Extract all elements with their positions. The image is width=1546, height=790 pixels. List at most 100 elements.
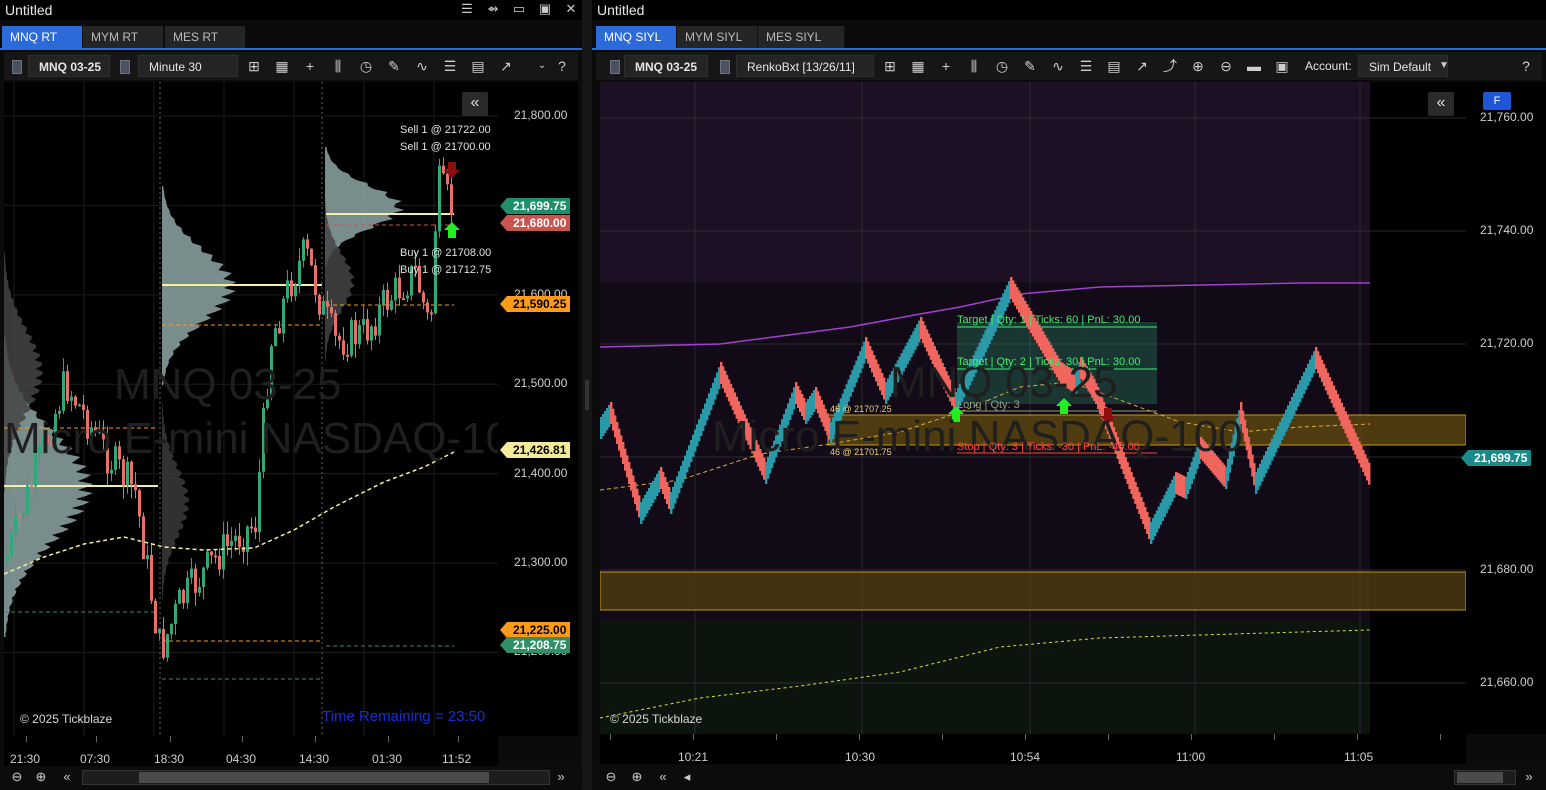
clock-icon[interactable]: ◷ (992, 56, 1012, 76)
price-label: 21,800.00 (514, 108, 568, 122)
menu-icon[interactable]: ☰ (460, 1, 474, 17)
candle-body (274, 328, 277, 347)
window-splitter[interactable] (582, 0, 592, 790)
zoom-in-icon[interactable]: ⊕ (32, 768, 50, 786)
time-tick (242, 736, 243, 742)
right-chart-canvas[interactable] (600, 82, 1466, 734)
candle-body (378, 304, 381, 336)
zoom-out-icon[interactable]: ⊖ (8, 768, 26, 786)
clock-icon[interactable]: ◷ (356, 56, 376, 76)
watermark-symbol: MNQ 03-25 (114, 360, 342, 409)
right-chart-plot[interactable]: MNQ 03-25 Micro E-mini NASDAQ-100 Target… (600, 82, 1466, 734)
scroll-left-icon[interactable]: ◂ (678, 768, 696, 786)
trendline-icon[interactable]: ↗ (496, 56, 516, 76)
f-button[interactable]: F (1483, 92, 1511, 110)
interval-selector[interactable]: Minute 30 (138, 55, 238, 77)
time-tick (1274, 734, 1275, 740)
target-order-2[interactable]: Target | Qty: 2 | Ticks: 30 | PnL: 30.00 (957, 356, 1140, 368)
list-icon[interactable]: ☰ (1076, 56, 1096, 76)
minimize-icon[interactable]: ▭ (512, 1, 526, 17)
left-price-axis[interactable]: 21,800.00 21,600.00 21,500.00 21,400.00 21,3… (498, 82, 578, 736)
dropdown-icon[interactable]: ▼ (1434, 56, 1454, 76)
stop-order[interactable]: Stop | Qty: 3 | Ticks: -30 | PnL: -45.00 (957, 441, 1140, 453)
template-icon[interactable]: ▤ (1104, 56, 1124, 76)
scroll-end-icon[interactable]: » (552, 768, 570, 786)
trendline-icon[interactable]: ↗ (1132, 56, 1152, 76)
list-icon[interactable]: ☰ (440, 56, 460, 76)
pin-icon[interactable]: ⇴ (486, 1, 500, 17)
color-swatch[interactable] (120, 60, 130, 74)
tab-mes-rt[interactable]: MES RT (165, 26, 246, 48)
candlestick-icon[interactable]: ⫼ (964, 56, 984, 76)
zoom-out-icon[interactable]: ⊖ (1216, 56, 1236, 76)
left-chart-plot[interactable]: MNQ 03-25 Micro E-mini NASDAQ-100 Sell 1… (4, 82, 498, 736)
left-time-axis[interactable]: 21:30 07:30 18:30 04:30 14:30 01:30 11:52 (4, 736, 498, 766)
folder-icon[interactable]: ▬ (1244, 56, 1264, 76)
tab-mym-siyl[interactable]: MYM SIYL (677, 26, 758, 48)
crosshair-icon[interactable]: ⊞ (880, 56, 900, 76)
candle-body (330, 307, 333, 314)
tab-mym-rt[interactable]: MYM RT (83, 26, 164, 48)
target-order-1[interactable]: Target | Qty: 1 | Ticks: 60 | PnL: 30.00 (957, 314, 1140, 326)
order-sell-2[interactable]: Sell 1 @ 21700.00 (400, 141, 491, 153)
indicator-icon[interactable]: ∿ (412, 56, 432, 76)
time-tick (1025, 734, 1026, 740)
right-time-axis[interactable]: 10:21 10:30 10:54 11:00 11:05 (600, 734, 1466, 764)
candle-body (278, 328, 281, 334)
close-icon[interactable]: ✕ (564, 1, 578, 17)
zoom-out-icon[interactable]: ⊖ (602, 768, 620, 786)
tab-mes-siyl[interactable]: MES SIYL (758, 26, 845, 48)
zoom-in-icon[interactable]: ⊕ (1188, 56, 1208, 76)
maximize-icon[interactable]: ▣ (538, 1, 552, 17)
right-price-axis[interactable]: F 21,760.00 21,740.00 21,720.00 21,680.00 21… (1460, 82, 1546, 734)
left-horizontal-scrollbar[interactable] (82, 770, 550, 785)
time-tick (1357, 734, 1358, 740)
pencil-icon[interactable]: ✎ (1020, 56, 1040, 76)
candlestick-icon[interactable]: ⫼ (328, 56, 348, 76)
scrollbar-thumb[interactable] (139, 772, 489, 783)
drawing-tool-icon[interactable]: ⤴ (1160, 56, 1180, 76)
zoom-in-icon[interactable]: ⊕ (628, 768, 646, 786)
help-icon[interactable]: ? (552, 56, 572, 76)
time-label: 14:30 (299, 752, 330, 766)
color-swatch[interactable] (12, 60, 22, 74)
order-sell-1[interactable]: Sell 1 @ 21722.00 (400, 124, 491, 136)
scrollbar-thumb[interactable] (1457, 772, 1503, 783)
collapse-panel-icon[interactable]: « (1428, 92, 1454, 116)
bar-type-icon[interactable]: ▦ (272, 56, 292, 76)
tab-mnq-siyl[interactable]: MNQ SIYL (596, 26, 677, 48)
instrument-selector[interactable]: MNQ 03-25 (28, 55, 110, 77)
right-horizontal-scrollbar[interactable] (1454, 770, 1516, 785)
bar-type-icon[interactable]: ▦ (908, 56, 928, 76)
candle-body (162, 628, 165, 658)
left-toolbar: MNQ 03-25 Minute 30 ⊞ ▦ + ⫼ ◷ ✎ ∿ ☰ ▤ ↗ … (4, 52, 578, 80)
color-swatch[interactable] (720, 60, 730, 74)
order-buy-2[interactable]: Buy 1 @ 21712.75 (400, 264, 491, 276)
interval-selector[interactable]: RenkoBxt [13/26/11] (736, 55, 874, 77)
save-icon[interactable]: ▣ (1272, 56, 1292, 76)
candle-body (78, 404, 81, 407)
scroll-end-icon[interactable]: » (1520, 768, 1538, 786)
dropdown-icon[interactable]: ⌄ (532, 56, 552, 76)
color-swatch[interactable] (610, 60, 620, 74)
add-icon[interactable]: + (936, 56, 956, 76)
scroll-start-icon[interactable]: « (654, 768, 672, 786)
crosshair-icon[interactable]: ⊞ (244, 56, 264, 76)
scroll-start-icon[interactable]: « (58, 768, 76, 786)
candle-body (314, 265, 317, 295)
template-icon[interactable]: ▤ (468, 56, 488, 76)
help-icon[interactable]: ? (1516, 56, 1536, 76)
add-icon[interactable]: + (300, 56, 320, 76)
indicator-icon[interactable]: ∿ (1048, 56, 1068, 76)
order-buy-1[interactable]: Buy 1 @ 21708.00 (400, 247, 491, 259)
candle-body (230, 540, 233, 546)
long-position[interactable]: Long | Qty: 3 (957, 399, 1020, 411)
price-tag: 21,699.75 (1460, 450, 1532, 467)
instrument-selector[interactable]: MNQ 03-25 (624, 55, 708, 77)
pencil-icon[interactable]: ✎ (384, 56, 404, 76)
candle-body (426, 302, 429, 313)
price-tag: 21,680.00 (499, 215, 571, 232)
collapse-panel-icon[interactable]: « (462, 92, 488, 116)
tab-mnq-rt[interactable]: MNQ RT (2, 26, 83, 48)
time-tick (1191, 734, 1192, 740)
